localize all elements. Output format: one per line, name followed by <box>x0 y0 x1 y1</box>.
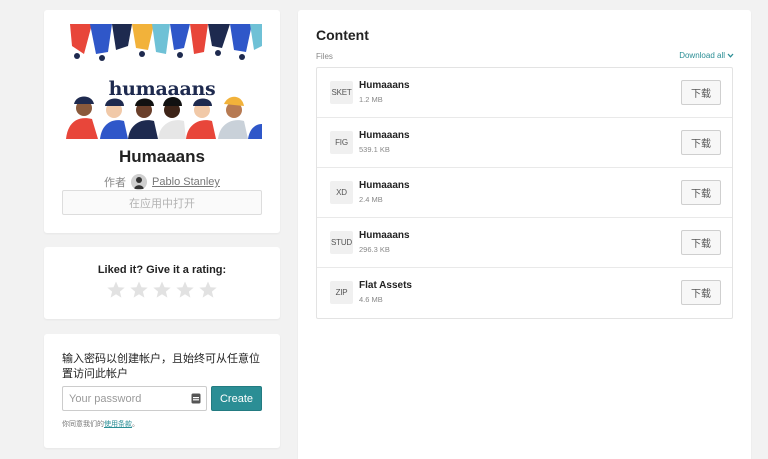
file-name: Flat Assets <box>359 280 412 291</box>
download-all-label: Download all <box>679 51 725 60</box>
file-type-icon: FIG <box>330 131 353 154</box>
rating-card: Liked it? Give it a rating: <box>44 247 280 319</box>
files-label: Files <box>316 52 333 61</box>
create-account-button[interactable]: Create <box>211 386 262 411</box>
file-name: Humaaans <box>359 180 410 191</box>
terms-prefix: 你同意我们的 <box>62 420 104 428</box>
file-type-icon: SKET <box>330 81 353 104</box>
star-icon-5[interactable] <box>198 280 218 300</box>
chevron-down-icon <box>727 53 734 58</box>
download-button[interactable]: 下载 <box>681 230 721 255</box>
file-name: Humaaans <box>359 80 410 91</box>
terms-notice: 你同意我们的使用条款。 <box>62 419 139 429</box>
hero-wordmark: humaaans <box>108 78 216 100</box>
author-link[interactable]: Pablo Stanley <box>152 176 220 188</box>
password-manager-icon[interactable] <box>191 393 201 404</box>
content-title: Content <box>316 27 369 43</box>
password-field-wrapper <box>62 386 207 411</box>
file-size: 539.1 KB <box>359 145 390 154</box>
star-icon-4[interactable] <box>175 280 195 300</box>
star-icon-2[interactable] <box>129 280 149 300</box>
rating-stars <box>44 280 280 300</box>
password-input[interactable] <box>63 387 183 410</box>
file-row: XD Humaaans 2.4 MB 下载 <box>317 168 732 218</box>
file-row: SKET Humaaans 1.2 MB 下载 <box>317 68 732 118</box>
download-all-link[interactable]: Download all <box>679 51 734 60</box>
star-icon-1[interactable] <box>106 280 126 300</box>
signup-card: 输入密码以创建帐户，且始终可从任意位置访问此帐户 Create 你同意我们的使用… <box>44 334 280 448</box>
file-type-icon: XD <box>330 181 353 204</box>
file-name: Humaaans <box>359 230 410 241</box>
file-type-icon: ZIP <box>330 281 353 304</box>
file-row: FIG Humaaans 539.1 KB 下载 <box>317 118 732 168</box>
content-panel: Content Files Download all SKET Humaaans… <box>298 10 751 459</box>
user-avatar-icon <box>131 174 148 190</box>
download-button[interactable]: 下载 <box>681 130 721 155</box>
product-preview-image: humaaans <box>62 24 262 139</box>
rating-title: Liked it? Give it a rating: <box>97 264 227 276</box>
open-in-app-button[interactable]: 在应用中打开 <box>62 190 262 215</box>
file-size: 1.2 MB <box>359 95 383 104</box>
terms-suffix: 。 <box>132 420 139 428</box>
download-button[interactable]: 下载 <box>681 180 721 205</box>
file-size: 4.6 MB <box>359 295 383 304</box>
download-button[interactable]: 下载 <box>681 280 721 305</box>
file-row: STUD Humaaans 296.3 KB 下载 <box>317 218 732 268</box>
download-button[interactable]: 下载 <box>681 80 721 105</box>
author-prefix: 作者 <box>104 177 127 189</box>
file-size: 296.3 KB <box>359 245 390 254</box>
file-type-icon: STUD <box>330 231 353 254</box>
author-row: 作者 Pablo Stanley <box>44 174 280 190</box>
file-list: SKET Humaaans 1.2 MB 下载 FIG Humaaans 539… <box>316 67 733 319</box>
file-name: Humaaans <box>359 130 410 141</box>
signup-description: 输入密码以创建帐户，且始终可从任意位置访问此帐户 <box>62 352 260 380</box>
author-avatar <box>131 174 148 190</box>
file-row: ZIP Flat Assets 4.6 MB 下载 <box>317 268 732 318</box>
star-icon-3[interactable] <box>152 280 172 300</box>
terms-link[interactable]: 使用条款 <box>104 420 132 428</box>
file-size: 2.4 MB <box>359 195 383 204</box>
product-title: Humaaans <box>119 147 205 166</box>
product-card: humaaans Humaaans 作者 Pablo Stanley 在应用中打… <box>44 10 280 233</box>
